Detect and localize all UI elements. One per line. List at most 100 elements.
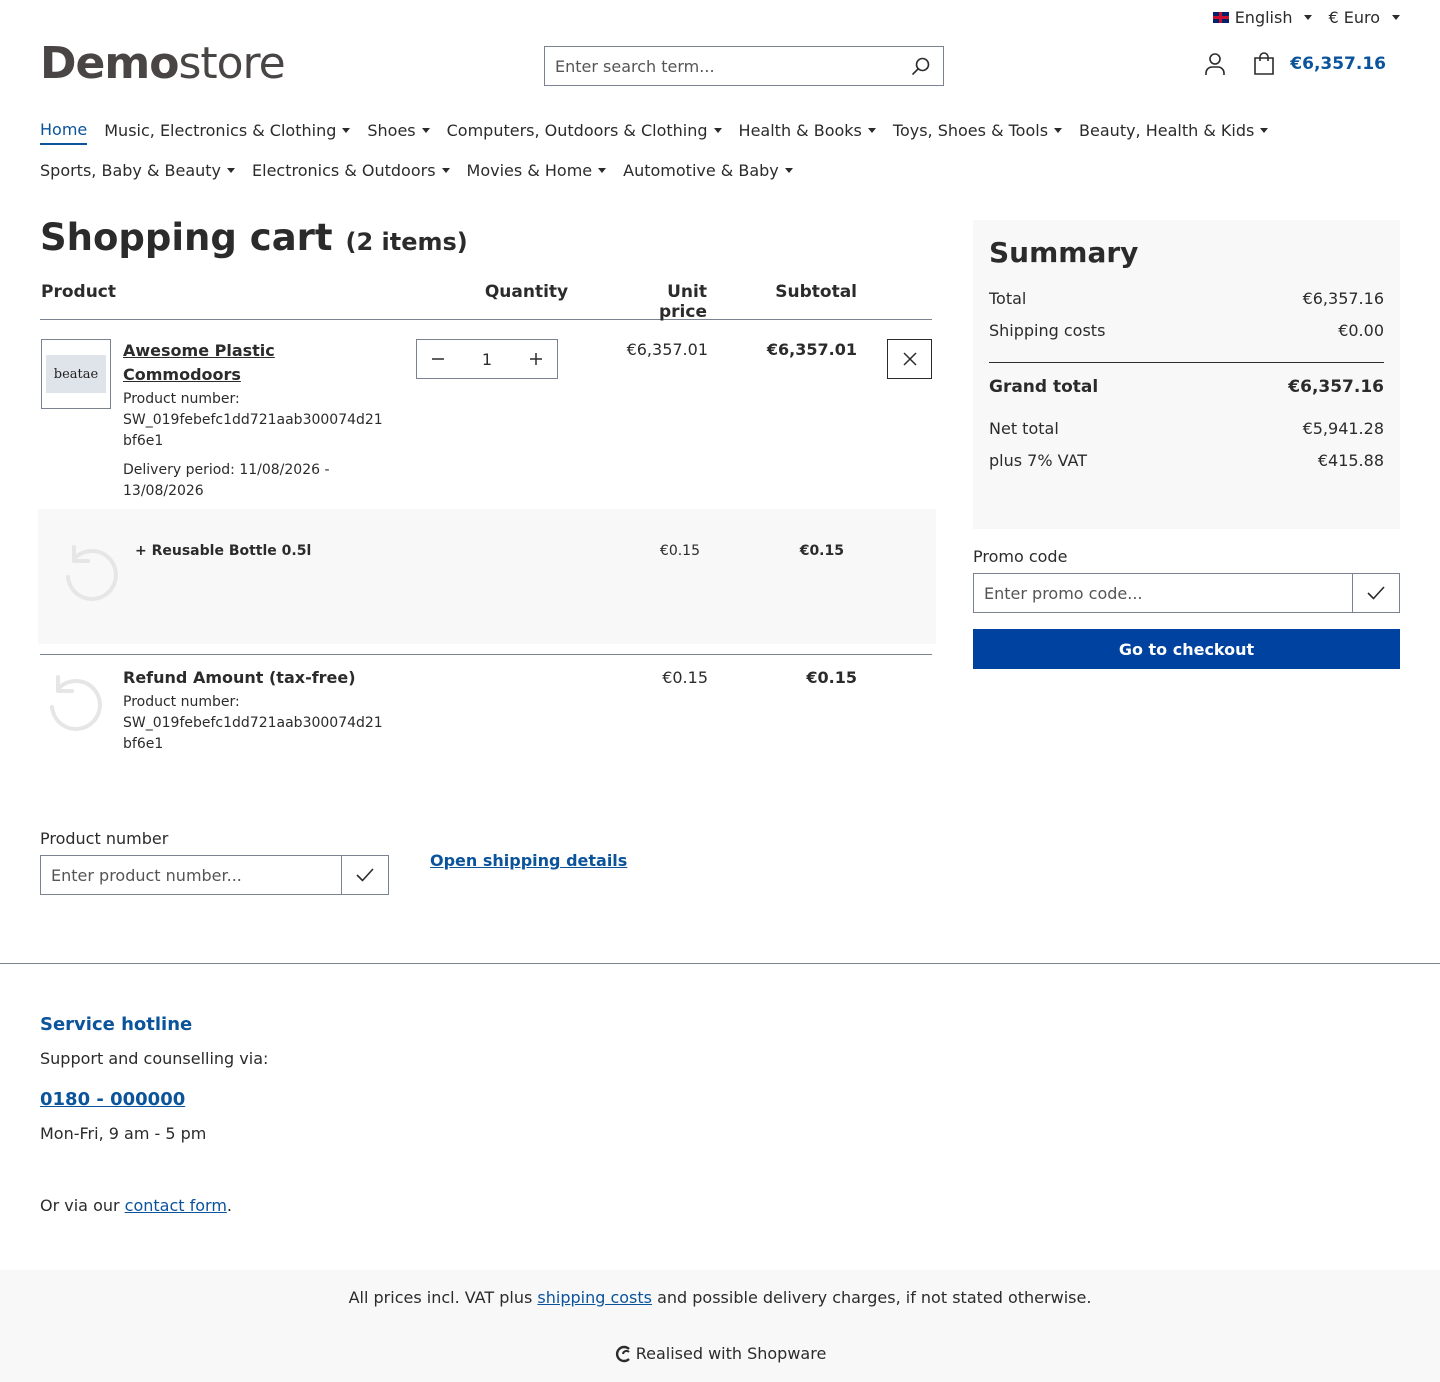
- search-input[interactable]: [545, 47, 899, 85]
- vat-suffix: and possible delivery charges, if not st…: [652, 1288, 1092, 1307]
- summary-value: €415.88: [1317, 451, 1384, 470]
- page-title-text: Shopping cart: [40, 216, 333, 259]
- summary-label: plus 7% VAT: [989, 451, 1088, 470]
- nav-item-home[interactable]: Home: [40, 120, 88, 145]
- phone-link[interactable]: 0180 - 000000: [40, 1089, 185, 1110]
- search-box: [544, 46, 944, 86]
- nav-item-shoes[interactable]: Shoes: [367, 120, 430, 144]
- service-hours: Mon-Fri, 9 am - 5 pm: [40, 1124, 207, 1143]
- chevron-down-icon: [713, 127, 722, 133]
- nav-row-2: Sports, Baby & Beauty Electronics & Outd…: [40, 158, 1400, 186]
- remove-item-button[interactable]: [887, 339, 932, 379]
- product-number-form: [40, 855, 389, 895]
- chevron-down-icon: [421, 127, 430, 133]
- product-name-link[interactable]: Awesome Plastic Commodoors: [123, 339, 373, 387]
- language-label: English: [1234, 8, 1293, 27]
- summary-label: Grand total: [989, 377, 1099, 397]
- cart-table: Product Quantity Unit price Subtotal bea…: [40, 282, 932, 508]
- product-number-label: Product number:: [123, 391, 240, 407]
- nav-item-toys-shoes-tools[interactable]: Toys, Shoes & Tools: [892, 120, 1063, 144]
- summary-label: Shipping costs: [989, 321, 1106, 340]
- product-number-value: bf6e1: [123, 433, 164, 449]
- realised-text: Realised with Shopware: [635, 1344, 827, 1363]
- nav-item-label: Toys, Shoes & Tools: [892, 120, 1049, 140]
- nav-item-beauty-health-kids[interactable]: Beauty, Health & Kids: [1079, 120, 1269, 144]
- line-item: Refund Amount (tax-free) Product number:…: [40, 654, 932, 764]
- nav-item-label: Music, Electronics & Clothing: [104, 120, 337, 140]
- currency-label: € Euro: [1328, 8, 1380, 27]
- unit-price: €6,357.01: [626, 340, 708, 359]
- header-actions: €6,357.16: [1204, 52, 1386, 76]
- nav-item-automotive-baby[interactable]: Automotive & Baby: [623, 161, 793, 184]
- column-header-subtotal: Subtotal: [775, 282, 857, 302]
- summary-value: €6,357.16: [1288, 377, 1384, 397]
- product-image: beatae: [46, 355, 106, 393]
- currency-dropdown[interactable]: € Euro: [1328, 8, 1400, 27]
- summary-value: €6,357.16: [1302, 289, 1384, 308]
- product-number-value: SW_019febefc1dd721aab300074d21: [123, 715, 383, 731]
- column-header-product: Product: [41, 282, 116, 302]
- nav-item-music-electronics-clothing[interactable]: Music, Electronics & Clothing: [104, 120, 351, 144]
- open-shipping-details-link[interactable]: Open shipping details: [430, 851, 627, 870]
- quantity-value[interactable]: 1: [459, 350, 515, 369]
- language-dropdown[interactable]: English: [1212, 8, 1313, 27]
- nested-line-item: + Reusable Bottle 0.5l €0.15 €0.15: [38, 509, 936, 644]
- summary-value: €0.00: [1338, 321, 1384, 340]
- delivery-period-line: Delivery period: 11/08/2026 -: [123, 462, 330, 478]
- promo-code-form: [973, 573, 1400, 613]
- nav-item-computers-outdoors-clothing[interactable]: Computers, Outdoors & Clothing: [447, 121, 722, 144]
- nav-item-movies-home[interactable]: Movies & Home: [467, 161, 607, 184]
- delivery-period-line: 13/08/2026: [123, 483, 204, 499]
- nav-item-sports-baby-beauty[interactable]: Sports, Baby & Beauty: [40, 161, 236, 184]
- logo[interactable]: Demostore: [40, 38, 286, 89]
- contact-suffix: .: [226, 1196, 233, 1215]
- product-number: Product number: SW_019febefc1dd721aab300…: [123, 692, 383, 755]
- cart-table-header: Product Quantity Unit price Subtotal: [40, 282, 932, 322]
- search-button[interactable]: [899, 47, 943, 85]
- subtotal: €6,357.01: [766, 340, 857, 359]
- product-number: Product number: SW_019febefc1dd721aab300…: [123, 389, 383, 452]
- nav-item-label: Beauty, Health & Kids: [1079, 120, 1255, 140]
- product-name-line: Awesome Plastic: [123, 341, 275, 360]
- checkmark-icon: [356, 868, 374, 882]
- summary-value: €5,941.28: [1302, 419, 1384, 438]
- page-title: Shopping cart (2 items): [40, 216, 468, 259]
- decrease-quantity-button[interactable]: [417, 340, 459, 378]
- nav-item-label: Shoes: [367, 120, 416, 140]
- product-info: Refund Amount (tax-free) Product number:…: [123, 666, 383, 755]
- topbar: English € Euro: [1212, 8, 1400, 27]
- contact-prefix: Or via our: [40, 1196, 125, 1215]
- column-header-quantity: Quantity: [484, 282, 569, 302]
- product-name-line: Commodoors: [123, 365, 241, 384]
- main-navigation: Home Music, Electronics & Clothing Shoes…: [40, 118, 1400, 198]
- product-number-label: Product number: [40, 829, 169, 848]
- contact-form-link[interactable]: contact form: [125, 1196, 227, 1215]
- cart-button[interactable]: €6,357.16: [1252, 52, 1386, 76]
- checkout-button[interactable]: Go to checkout: [973, 629, 1400, 669]
- column-header-unit-price: Unit price: [659, 282, 707, 322]
- shipping-costs-link[interactable]: shipping costs: [537, 1288, 652, 1307]
- uk-flag-icon: [1212, 12, 1229, 23]
- increase-quantity-button[interactable]: [515, 340, 557, 378]
- nav-item-electronics-outdoors[interactable]: Electronics & Outdoors: [252, 161, 450, 184]
- account-button[interactable]: [1204, 52, 1226, 76]
- nav-item-health-books[interactable]: Health & Books: [739, 121, 876, 144]
- service-hotline-subtitle: Support and counselling via:: [40, 1049, 269, 1068]
- product-number-value: bf6e1: [123, 736, 164, 752]
- apply-promo-button[interactable]: [1352, 574, 1399, 612]
- promo-code-label: Promo code: [973, 547, 1068, 566]
- product-number-input[interactable]: [41, 856, 341, 894]
- summary-label: Net total: [989, 419, 1059, 438]
- product-thumbnail[interactable]: beatae: [41, 339, 111, 409]
- cart-total-amount: €6,357.16: [1290, 54, 1386, 74]
- nav-item-label: Electronics & Outdoors: [252, 160, 436, 180]
- divider: [989, 362, 1384, 363]
- promo-code-input[interactable]: [974, 574, 1352, 612]
- nav-item-label: Movies & Home: [466, 160, 593, 180]
- add-product-button[interactable]: [341, 856, 388, 894]
- realised-with-shopware[interactable]: Realised with Shopware: [0, 1344, 1440, 1363]
- product-number-value: SW_019febefc1dd721aab300074d21: [123, 412, 383, 428]
- chevron-down-icon: [227, 167, 236, 173]
- footer-divider: [0, 963, 1440, 964]
- summary-total-row: Total €6,357.16: [989, 289, 1384, 321]
